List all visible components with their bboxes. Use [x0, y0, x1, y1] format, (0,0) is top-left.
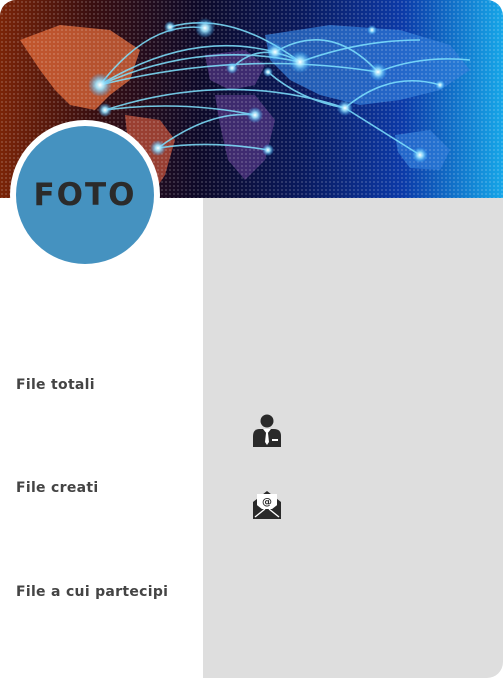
profile-photo[interactable]: FOTO	[10, 120, 160, 270]
profile-photo-placeholder: FOTO	[16, 126, 154, 264]
photo-label: FOTO	[33, 177, 137, 213]
info-panel	[203, 198, 503, 678]
profile-card: FOTO File totali File creati File a cui …	[0, 0, 503, 678]
user-tie-icon	[253, 414, 281, 447]
stat-participating-files-label: File a cui partecipi	[16, 584, 169, 600]
stat-created-files-label: File creati	[16, 480, 99, 496]
mail-envelope-icon: @	[253, 491, 281, 519]
svg-text:@: @	[262, 497, 272, 508]
stat-total-files-label: File totali	[16, 377, 95, 393]
